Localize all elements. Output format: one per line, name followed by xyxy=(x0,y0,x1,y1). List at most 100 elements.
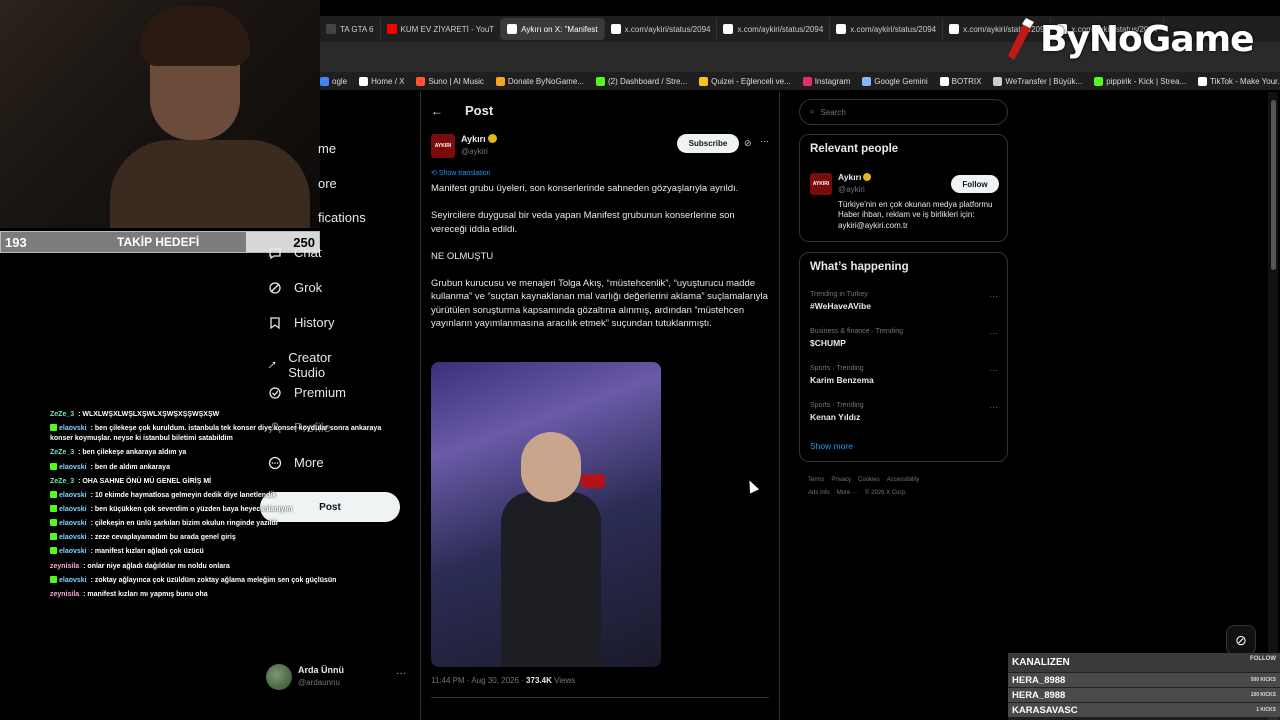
floating-grok-icon[interactable]: ⊘ xyxy=(1226,625,1256,655)
relevant-name[interactable]: Aykırı xyxy=(838,172,872,182)
bookmark-item[interactable]: ogle xyxy=(320,76,348,86)
divider xyxy=(431,697,769,698)
tab-favicon-icon xyxy=(326,24,336,34)
nav-item-notifications[interactable]: fications xyxy=(318,210,366,225)
back-arrow-icon[interactable]: ← xyxy=(431,104,443,118)
trend-item[interactable]: Trending in Turkey #WeHaveAVibe ··· xyxy=(810,291,1000,311)
footer-link[interactable]: Cookies xyxy=(858,477,880,483)
follow-button[interactable]: Follow xyxy=(951,175,999,193)
chat-username: zeynisila xyxy=(50,590,80,598)
trend-more-icon[interactable]: ··· xyxy=(989,291,998,301)
kick-leaderboard-widget: KANALIZEN FOLLOW HERA_8988 500 KICKS HERA_… xyxy=(1008,653,1280,720)
chat-text: onlar niye ağladı dağıldılar mı noldu on… xyxy=(87,562,230,570)
trend-item[interactable]: Business & finance · Trending $CHUMP ··· xyxy=(810,328,1000,348)
show-more-link[interactable]: Show more xyxy=(810,441,853,451)
page-scrollbar[interactable] xyxy=(1268,92,1278,720)
search-placeholder: Search xyxy=(820,107,846,117)
bookmark-item[interactable]: pippirik - Kick | Strea... xyxy=(1094,76,1186,86)
author-name[interactable]: Aykırı xyxy=(461,134,497,144)
tab-label: TA GTA 6 xyxy=(340,24,374,34)
browser-tab[interactable]: x.com/aykiri/status/2094 xyxy=(605,18,718,40)
account-switcher[interactable]: Arda Ünnü @ardaunnu ··· xyxy=(266,662,416,692)
post-column: ← Post AYKIRI Aykırı @aykiri Subscribe ⊘… xyxy=(420,92,780,720)
scrollbar-thumb[interactable] xyxy=(1271,100,1276,270)
nav-item-home[interactable]: me xyxy=(318,141,336,156)
relevant-people-card: Relevant people AYKIRI Aykırı @aykiri Fo… xyxy=(799,134,1008,242)
kick-leader-row: HERA_8988 500 KICKS xyxy=(1008,672,1280,687)
bookmark-item[interactable]: Instagram xyxy=(802,76,850,86)
trend-context: Business & finance · Trending xyxy=(810,328,903,335)
chat-message: zeynisila : manifest kızları mı yapmış b… xyxy=(50,590,390,600)
search-input[interactable]: ⌕ Search xyxy=(799,99,1008,125)
relevant-handle[interactable]: @aykiri xyxy=(838,185,865,194)
nav-item-chat[interactable]: Chat xyxy=(268,245,321,260)
account-more-icon[interactable]: ··· xyxy=(396,668,406,679)
trend-more-icon[interactable]: ··· xyxy=(989,402,998,412)
footer-link[interactable]: Ads info xyxy=(808,490,830,496)
bookmark-favicon-icon xyxy=(359,76,369,86)
follow-goal-current: 193 xyxy=(5,235,27,250)
footer-link[interactable]: © 2026 X Corp. xyxy=(865,490,906,496)
post-paragraph: Seyircilere duygusal bir veda yapan Mani… xyxy=(431,210,735,235)
chat-text: WLXLWŞXLWŞLXŞWLXŞWŞXŞŞWŞXŞW xyxy=(82,411,220,418)
browser-tab[interactable]: Aykırı on X: "Manifest xyxy=(501,18,605,40)
bookmark-item[interactable]: Quizei - Eğlenceli ve... xyxy=(699,76,791,86)
chat-message: elaovski : manifest kızları ağladı çok ü… xyxy=(50,547,390,557)
nav-item-label: Creator Studio xyxy=(288,350,332,380)
nav-item-grok[interactable]: Grok xyxy=(268,280,322,295)
nav-item-creator[interactable]: Creator Studio xyxy=(268,350,337,380)
kick-badge-icon xyxy=(50,519,57,527)
browser-tab[interactable]: TA GTA 6 xyxy=(320,18,381,40)
subscribe-button[interactable]: Subscribe xyxy=(677,134,739,153)
footer-link[interactable]: More ··· xyxy=(837,490,858,496)
bookmark-favicon-icon xyxy=(802,76,812,86)
show-translation-link[interactable]: ⟲ Show translation xyxy=(431,169,491,177)
bookmark-label: TikTok - Make Your... xyxy=(1210,76,1280,86)
trend-more-icon[interactable]: ··· xyxy=(989,365,998,375)
chat-username: elaovski xyxy=(59,576,87,584)
bookmark-item[interactable]: Google Gemini xyxy=(862,76,928,86)
relevant-avatar[interactable]: AYKIRI xyxy=(810,173,832,195)
grok-explain-icon[interactable]: ⊘ xyxy=(744,138,752,149)
bookmark-item[interactable]: Suno | AI Music xyxy=(416,76,484,86)
kick-leader-value: 500 KICKS xyxy=(1250,677,1276,683)
kick-badge-icon xyxy=(50,575,57,583)
footer-link[interactable]: Privacy xyxy=(831,477,851,483)
browser-tab[interactable]: KUM EV ZİYARETİ - YouT xyxy=(381,18,502,40)
footer-link[interactable]: Terms xyxy=(808,477,824,483)
nav-item-history[interactable]: History xyxy=(268,315,334,330)
bookmark-item[interactable]: WeTransfer | Büyük... xyxy=(993,76,1082,86)
trend-item[interactable]: Sports · Trending Karim Benzema ··· xyxy=(810,365,1000,385)
bookmark-favicon-icon xyxy=(1094,76,1104,86)
kick-badge-icon xyxy=(50,547,57,555)
bookmark-item[interactable]: BOTRIX xyxy=(939,76,981,86)
trend-context: Sports · Trending xyxy=(810,365,864,372)
bookmark-item[interactable]: (2) Dashboard / Stre... xyxy=(595,76,687,86)
nav-item-premium[interactable]: Premium xyxy=(268,385,346,400)
author-avatar[interactable]: AYKIRI xyxy=(431,134,455,158)
browser-tab[interactable]: x.com/aykiri/status/2094 xyxy=(717,18,831,40)
nav-item-label: Chat xyxy=(294,245,322,260)
chat-username: elaovski xyxy=(59,520,87,528)
chat-message: elaovski : zoktay ağlayınca çok üzüldüm … xyxy=(50,575,390,586)
chat-message: elaovski : 10 ekimde haymatlosa gelmeyin… xyxy=(50,490,390,501)
bookmark-item[interactable]: Home / X xyxy=(359,76,404,86)
post-video[interactable] xyxy=(431,362,661,667)
account-avatar xyxy=(266,664,292,690)
video-performer-body xyxy=(501,492,601,667)
author-handle[interactable]: @aykiri xyxy=(461,147,488,156)
nav-item-explore[interactable]: ore xyxy=(318,176,337,191)
account-handle: @ardaunnu xyxy=(298,678,340,687)
chat-text: çilekeşin en ünlü şarkıları bizim okulun… xyxy=(94,520,278,528)
browser-tab[interactable]: x.com/aykiri/status/2094 xyxy=(830,18,944,40)
trend-item[interactable]: Sports · Trending Kenan Yıldız ··· xyxy=(810,402,1000,422)
bookmark-item[interactable]: Donate ByNoGame... xyxy=(495,76,584,86)
footer-link[interactable]: Accessibility xyxy=(887,477,920,483)
chat-text: ben küçükken çok severdim o yüzden baya … xyxy=(94,505,293,513)
bookmark-item[interactable]: TikTok - Make Your... xyxy=(1198,76,1280,86)
trend-more-icon[interactable]: ··· xyxy=(989,328,998,338)
tab-label: x.com/aykiri/status/2094 xyxy=(850,24,937,34)
post-more-icon[interactable]: ··· xyxy=(760,136,769,146)
post-timestamp[interactable]: 11:44 PM · Aug 30, 2026 · xyxy=(431,676,524,685)
bookmark-label: ogle xyxy=(332,76,348,86)
